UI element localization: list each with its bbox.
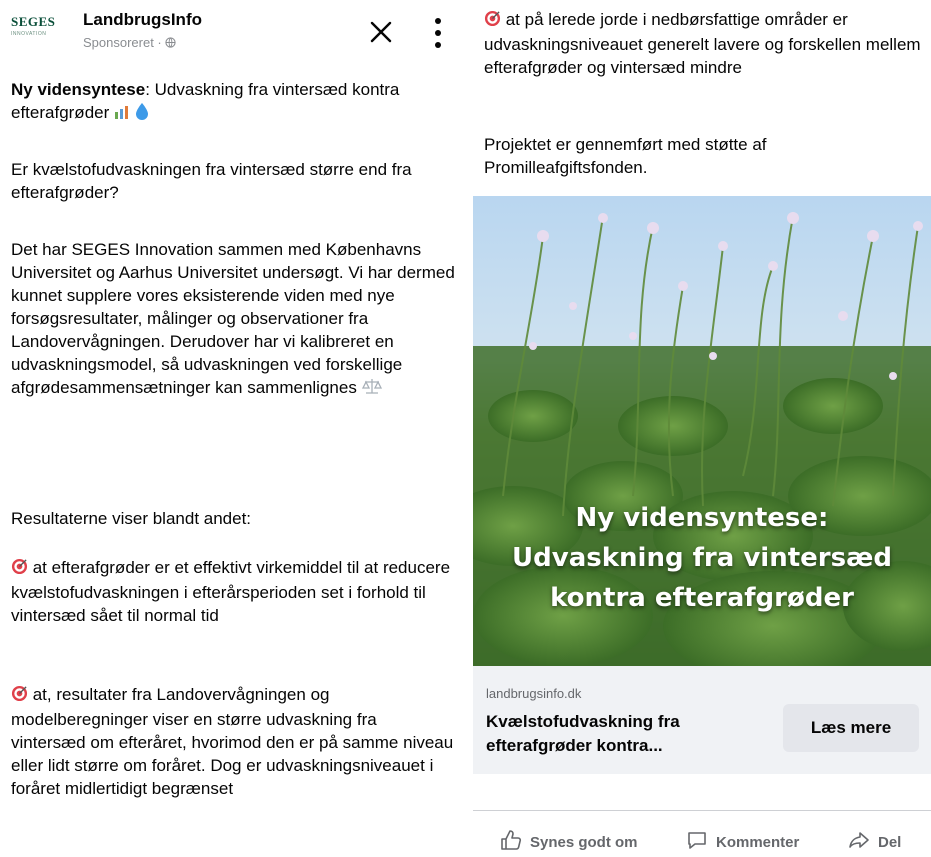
hero-line-2: Udvaskning fra vintersæd: [512, 543, 892, 573]
page-name-link[interactable]: LandbrugsInfo: [83, 10, 202, 30]
link-preview-card[interactable]: landbrugsinfo.dk Kvælstofudvaskning fra …: [473, 666, 931, 774]
page-avatar-logo[interactable]: SEGES INNOVATION: [11, 14, 69, 44]
hero-overlay-title: Ny vidensyntese: Udvaskning fra vintersæ…: [473, 498, 931, 618]
post-hero-image[interactable]: Ny vidensyntese: Udvaskning fra vintersæ…: [473, 196, 931, 666]
droplet-emoji-icon: [135, 102, 149, 126]
results-intro: Resultaterne viser blandt andet:: [11, 509, 252, 528]
post-body: Det har SEGES Innovation sammen med Købe…: [11, 238, 456, 401]
link-title[interactable]: Kvælstofudvaskning fra efterafgrøder kon…: [486, 710, 756, 758]
post-text-column: SEGES INNOVATION LandbrugsInfo Sponsorer…: [0, 0, 458, 857]
comment-label: Kommenter: [716, 833, 800, 851]
read-more-button[interactable]: Læs mere: [783, 704, 919, 752]
target-emoji-icon: [11, 685, 28, 708]
post-question: Er kvælstofudvaskningen fra vintersæd st…: [11, 160, 412, 202]
result-item-3: at på lerede jorde i nedbørsfattige områ…: [484, 8, 924, 79]
result-item-1: at efterafgrøder er et effektivt virkemi…: [11, 556, 456, 627]
result-1-text: at efterafgrøder er et effektivt virkemi…: [11, 558, 451, 625]
target-emoji-icon: [484, 10, 501, 33]
actions-divider: [473, 810, 931, 811]
support-note: Projektet er gennemført med støtte af Pr…: [484, 135, 767, 177]
balance-scale-emoji-icon: [361, 377, 382, 401]
globe-icon: [165, 35, 177, 50]
close-icon[interactable]: [366, 17, 396, 47]
comment-button[interactable]: Kommenter: [686, 828, 799, 856]
result-3-text: at på lerede jorde i nedbørsfattige områ…: [484, 10, 921, 77]
hero-line-1: Ny vidensyntese:: [575, 503, 829, 533]
like-label: Synes godt om: [530, 833, 638, 851]
sponsored-label: Sponsoreret ·: [83, 35, 177, 50]
post-media-column: at på lerede jorde i nedbørsfattige områ…: [473, 0, 931, 857]
target-emoji-icon: [11, 558, 28, 581]
like-button[interactable]: Synes godt om: [500, 828, 638, 856]
thumbs-up-icon: [500, 829, 530, 855]
post-body-text: Det har SEGES Innovation sammen med Købe…: [11, 240, 455, 397]
post-action-bar: Synes godt om Kommenter Del: [473, 828, 931, 856]
post-headline: Ny vidensyntese: Udvaskning fra vintersæ…: [11, 78, 456, 126]
share-button[interactable]: Del: [848, 828, 901, 856]
logo-subtext: INNOVATION: [11, 31, 47, 37]
hero-line-3: kontra efterafgrøder: [550, 583, 854, 613]
share-label: Del: [878, 833, 902, 851]
sponsored-text: Sponsoreret ·: [83, 35, 166, 50]
comment-icon: [686, 829, 716, 855]
result-item-2: at, resultater fra Landovervågningen og …: [11, 683, 456, 800]
bar-chart-emoji-icon: [114, 103, 130, 126]
logo-wordmark: SEGES: [11, 14, 56, 29]
result-2-text: at, resultater fra Landovervågningen og …: [11, 685, 454, 798]
link-domain: landbrugsinfo.dk: [486, 686, 582, 701]
more-vertical-icon[interactable]: [428, 13, 448, 53]
headline-bold: Ny vidensyntese: [11, 80, 146, 99]
share-icon: [848, 829, 878, 855]
